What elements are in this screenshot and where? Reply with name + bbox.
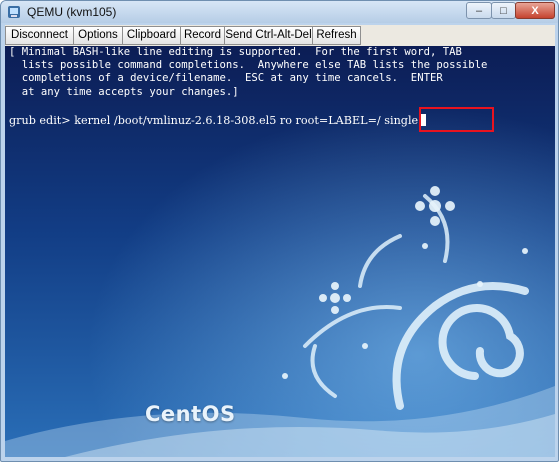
- maximize-button[interactable]: □: [491, 2, 516, 19]
- grub-edit-line[interactable]: grub edit> kernel /boot/vmlinuz-2.6.18-3…: [9, 114, 427, 127]
- highlight-box: [419, 107, 494, 132]
- terminal-help-line: lists possible command completions. Anyw…: [9, 59, 488, 71]
- qemu-window: QEMU (kvm105) – □ X Disconnect Options C…: [0, 0, 559, 462]
- minimize-button[interactable]: –: [466, 2, 492, 19]
- window-title: QEMU (kvm105): [27, 5, 117, 19]
- send-ctrl-alt-del-button[interactable]: Send Ctrl-Alt-Del: [224, 26, 313, 45]
- clipboard-button[interactable]: Clipboard: [122, 26, 181, 45]
- minimize-icon: –: [475, 5, 483, 17]
- terminal-help-line: at any time accepts your changes.]: [9, 86, 239, 98]
- options-button[interactable]: Options: [73, 26, 123, 45]
- terminal-help-line: completions of a device/filename. ESC at…: [9, 72, 443, 84]
- disconnect-button[interactable]: Disconnect: [5, 26, 74, 45]
- terminal-help-line: [ Minimal BASH-like line editing is supp…: [9, 46, 462, 58]
- record-button[interactable]: Record: [180, 26, 225, 45]
- title-bar[interactable]: QEMU (kvm105) – □ X: [1, 1, 558, 23]
- refresh-button[interactable]: Refresh: [312, 26, 361, 45]
- qemu-app-icon: [8, 6, 20, 18]
- close-button[interactable]: X: [515, 2, 555, 19]
- vm-screen[interactable]: [ Minimal BASH-like line editing is supp…: [5, 46, 555, 457]
- close-icon: X: [531, 5, 539, 17]
- grub-command-text: grub edit> kernel /boot/vmlinuz-2.6.18-3…: [9, 114, 419, 127]
- toolbar: Disconnect Options Clipboard Record Send…: [5, 25, 555, 46]
- centos-logo: CentOS: [145, 402, 236, 426]
- maximize-icon: □: [500, 5, 507, 17]
